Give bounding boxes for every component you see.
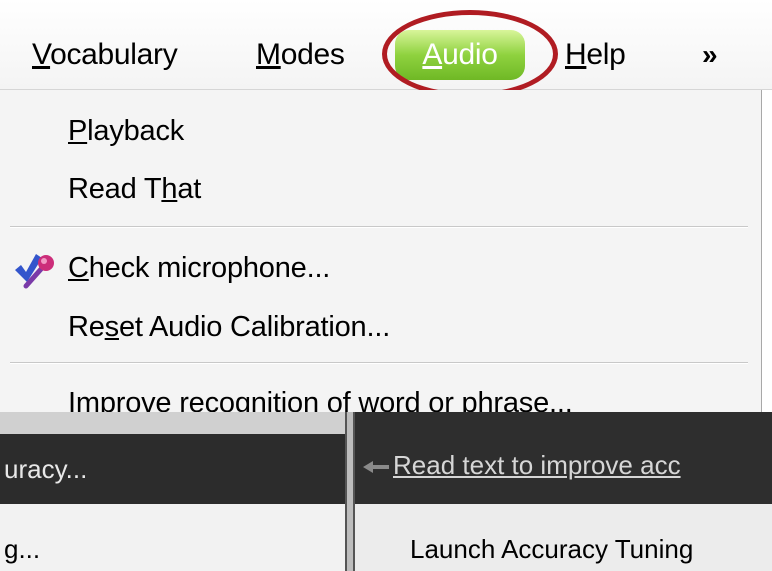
- menu-separator: [10, 362, 748, 364]
- menu-item-reset-audio-calibration[interactable]: Reset Audio Calibration...: [68, 304, 390, 350]
- mnemonic: P: [68, 115, 88, 147]
- launch-accuracy-tuning-link[interactable]: Launch Accuracy Tuning: [355, 504, 772, 571]
- background-window: uracy... g... Read text to improve acc L…: [0, 412, 772, 571]
- menu-vocabulary[interactable]: Vocabulary: [32, 30, 178, 80]
- mnemonic: M: [256, 38, 281, 71]
- read-text-link[interactable]: Read text to improve acc: [393, 440, 681, 490]
- background-read-text-panel: Read text to improve acc: [355, 412, 772, 504]
- background-item-accuracy[interactable]: uracy...: [0, 434, 345, 504]
- mnemonic: C: [68, 252, 89, 284]
- menu-item-improve-recognition[interactable]: Improve recognition of word or phrase...: [68, 380, 573, 416]
- arrow-icon: [363, 461, 389, 473]
- overflow-chevron-icon[interactable]: »: [702, 30, 718, 80]
- mnemonic: h: [161, 173, 178, 205]
- menu-bar: Vocabulary Modes Audio Help »: [0, 0, 772, 98]
- mnemonic: s: [104, 311, 120, 343]
- menu-audio[interactable]: Audio: [395, 30, 525, 80]
- menu-item-playback[interactable]: Playback: [68, 108, 184, 154]
- menu-help[interactable]: Help: [565, 30, 626, 80]
- menu-item-read-that[interactable]: Read That: [68, 166, 201, 212]
- mnemonic: A: [422, 38, 443, 71]
- background-toolbar-strip: [0, 412, 345, 434]
- pane-divider[interactable]: [345, 412, 355, 571]
- mnemonic: H: [565, 38, 587, 71]
- menu-modes[interactable]: Modes: [256, 30, 345, 80]
- audio-dropdown-menu: Playback Read That Check microphone... R…: [0, 90, 762, 416]
- menu-separator: [10, 226, 748, 228]
- mnemonic: V: [32, 38, 51, 71]
- background-item-left[interactable]: g...: [0, 504, 345, 571]
- menu-item-check-microphone[interactable]: Check microphone...: [68, 245, 330, 291]
- microphone-check-icon: [15, 254, 54, 289]
